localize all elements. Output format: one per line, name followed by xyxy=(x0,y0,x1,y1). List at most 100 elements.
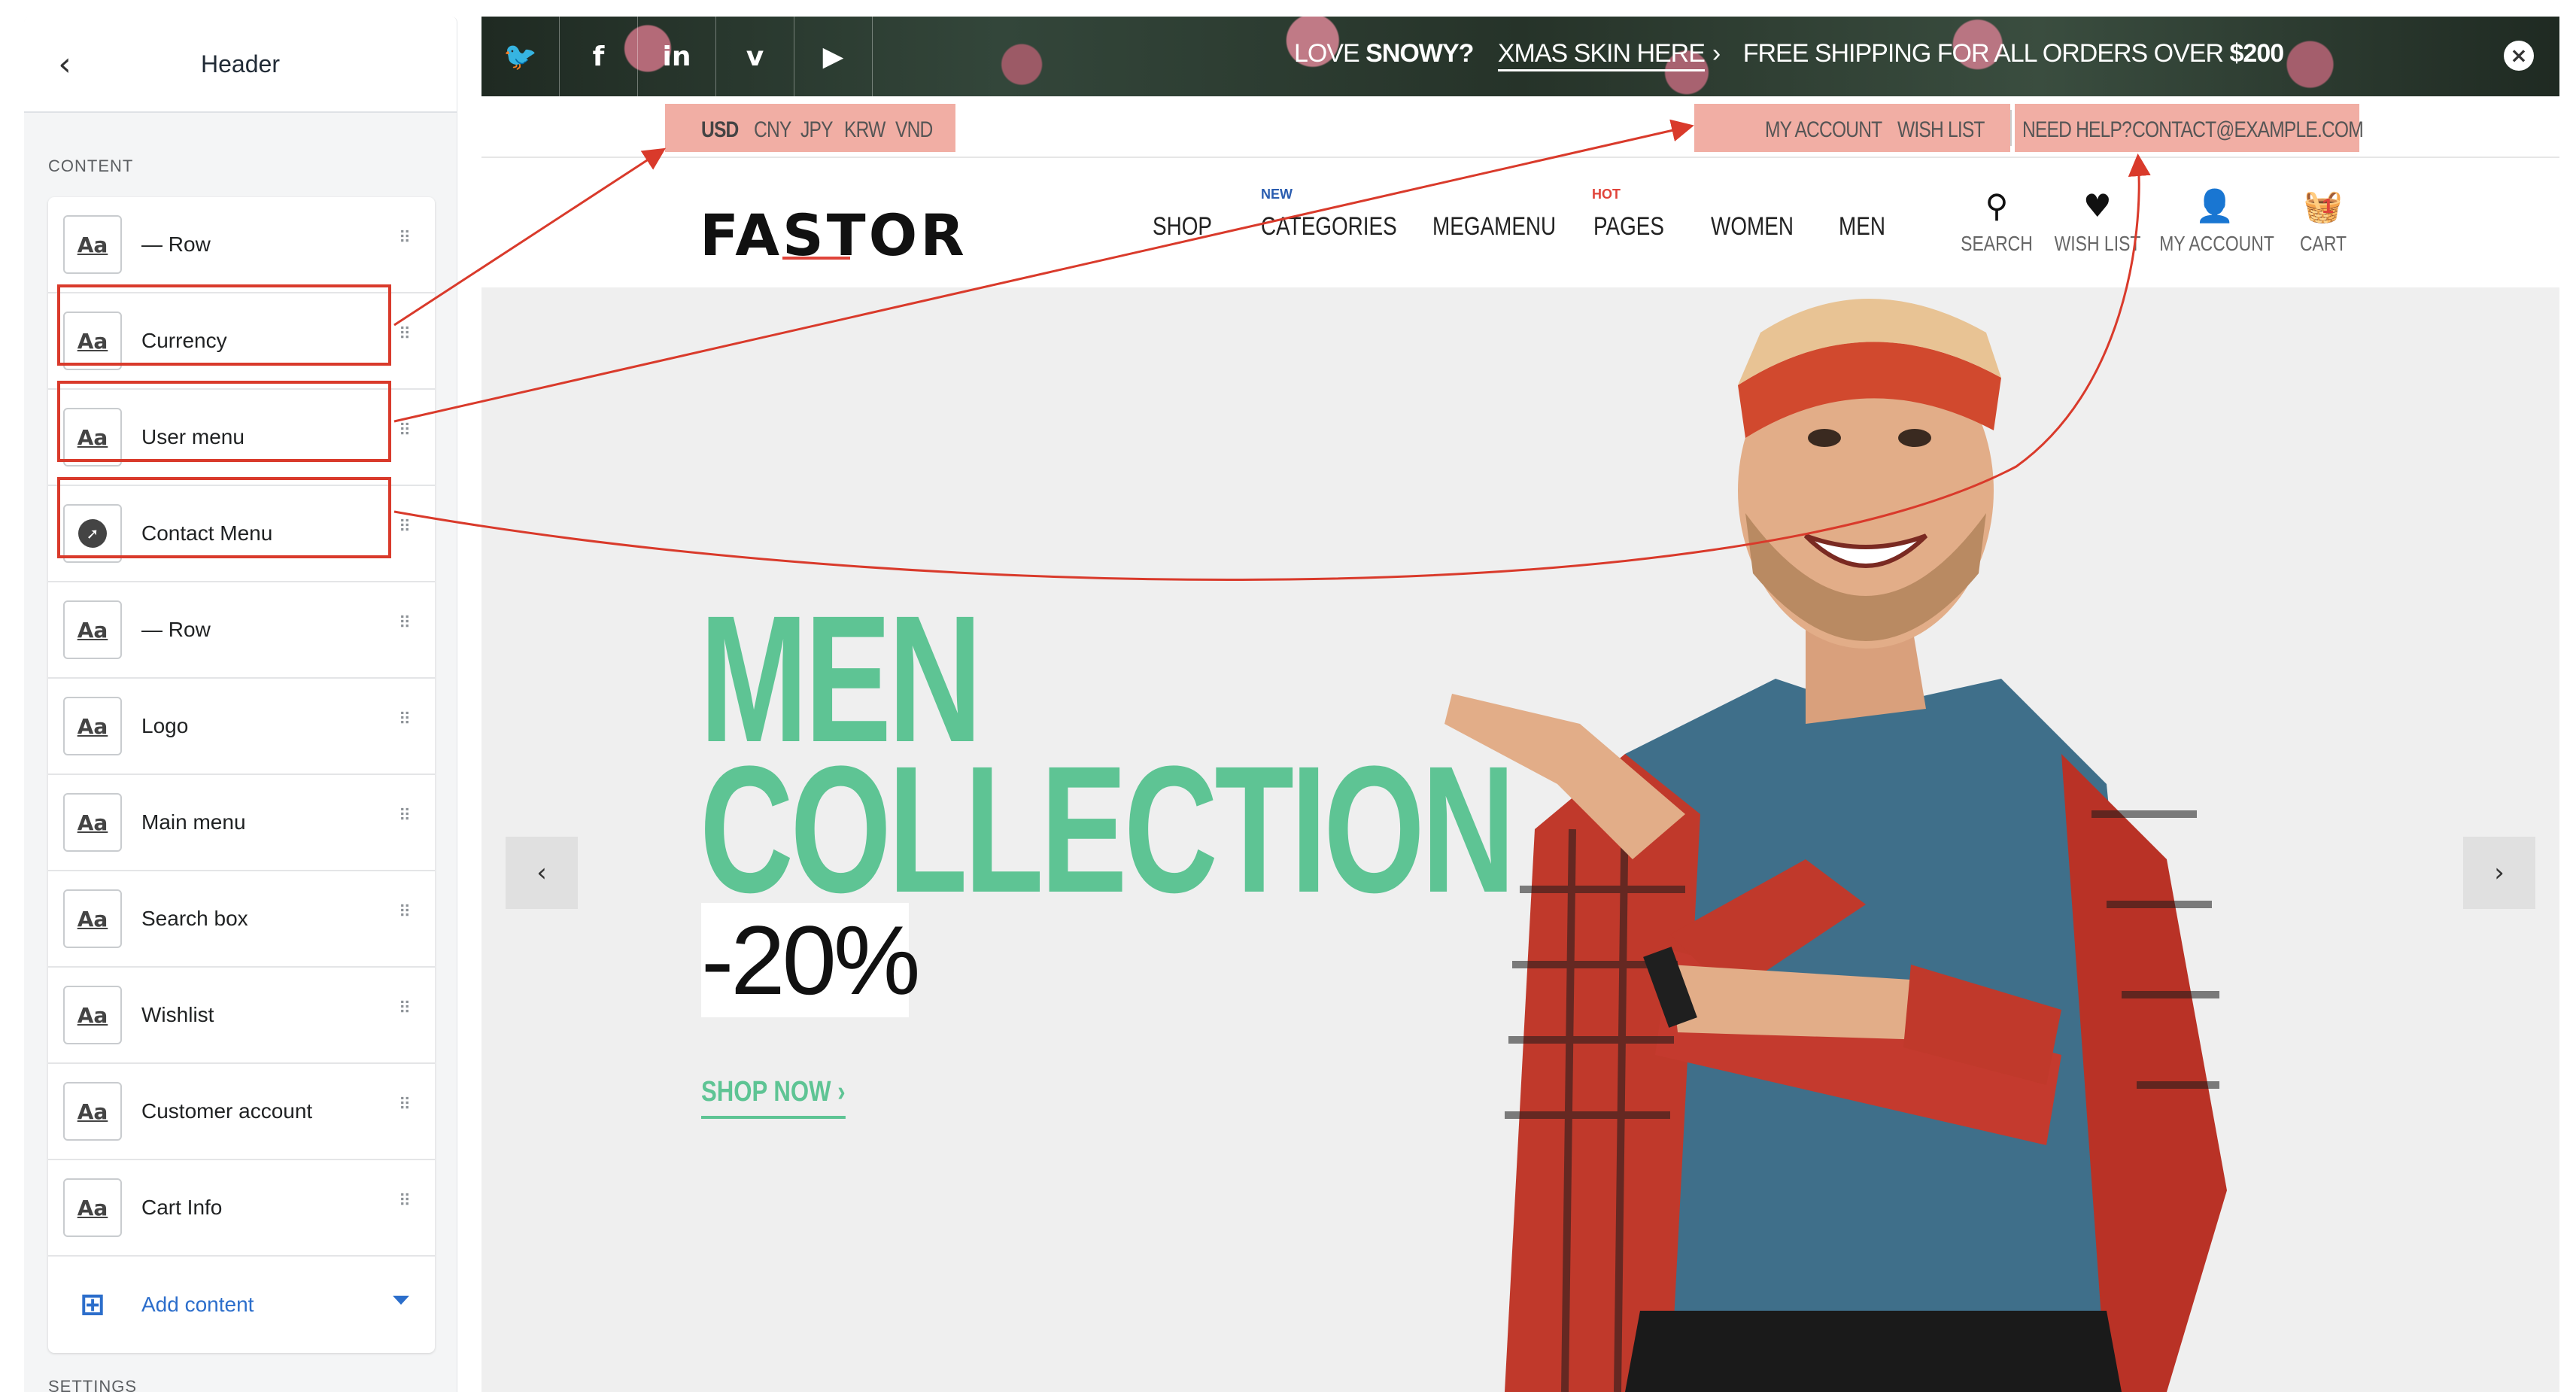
top-utility-bar: USD CNY JPY KRW VND MY ACCOUNT WISH LIST… xyxy=(481,96,2559,158)
block-search-box[interactable]: Aa Search box ⠿ xyxy=(48,871,435,968)
tool-account-label: MY ACCOUNT xyxy=(2159,232,2274,255)
block-wishlist[interactable]: Aa Wishlist ⠿ xyxy=(48,968,435,1064)
tool-account[interactable]: 👤 MY ACCOUNT xyxy=(2147,187,2283,256)
block-list: Aa — Row ⠿ Aa Currency ⠿ Aa User menu ⠿ … xyxy=(48,197,435,1353)
menu-shop[interactable]: SHOP xyxy=(1153,212,1212,242)
vimeo-icon[interactable]: v xyxy=(716,17,794,96)
promo-skin-link[interactable]: XMAS SKIN HERE xyxy=(1497,39,1706,71)
contact-email-link[interactable]: CONTACT@EXAMPLE.COM xyxy=(2132,117,2364,143)
divider xyxy=(2010,110,2012,146)
facebook-icon[interactable]: f xyxy=(560,17,638,96)
menu-categories[interactable]: CATEGORIES xyxy=(1261,212,1397,242)
currency-jpy[interactable]: JPY xyxy=(800,117,833,143)
block-row-2[interactable]: Aa — Row ⠿ xyxy=(48,582,435,679)
text-block-icon: Aa xyxy=(63,215,122,274)
highlight-user-menu xyxy=(57,381,391,462)
block-label: Search box xyxy=(141,907,248,930)
badge-new: NEW xyxy=(1261,187,1293,202)
text-block-icon: Aa xyxy=(63,889,122,948)
hero-heading-line2: COLLECTION xyxy=(700,728,1515,930)
promo-text: LOVE SNOWY? XMAS SKIN HERE › FREE SHIPPIN… xyxy=(1294,39,2285,71)
drag-handle-icon[interactable]: ⠿ xyxy=(399,808,411,825)
highlight-currency xyxy=(57,284,391,366)
currency-vnd[interactable]: VND xyxy=(895,117,933,143)
need-help-text: NEED HELP? xyxy=(2022,117,2132,142)
youtube-icon[interactable]: ▶ xyxy=(794,17,873,96)
drag-handle-icon[interactable]: ⠿ xyxy=(399,1097,411,1114)
settings-section-label: SETTINGS xyxy=(48,1377,138,1392)
tool-search-label: SEARCH xyxy=(1961,232,2033,255)
add-block-icon: ⊞ xyxy=(80,1287,105,1322)
chevron-right-icon: › xyxy=(837,1076,846,1108)
menu-men[interactable]: MEN xyxy=(1839,212,1885,242)
block-cart-info[interactable]: Aa Cart Info ⠿ xyxy=(48,1160,435,1257)
caret-down-icon[interactable] xyxy=(393,1296,409,1305)
drag-handle-icon[interactable]: ⠿ xyxy=(399,712,411,728)
main-header: FASTOR SHOP NEW CATEGORIES MEGAMENU HOT … xyxy=(481,158,2559,287)
cart-count-badge: 1 xyxy=(2322,194,2334,217)
menu-women[interactable]: WOMEN xyxy=(1711,212,1794,242)
twitter-icon[interactable]: 🐦 xyxy=(481,17,560,96)
drag-handle-icon[interactable]: ⠿ xyxy=(399,327,411,343)
logo-accent-line xyxy=(782,257,850,260)
slider-next-button[interactable]: › xyxy=(2463,837,2535,909)
linkedin-icon[interactable]: in xyxy=(638,17,716,96)
currency-usd[interactable]: USD xyxy=(701,117,739,143)
sidebar-header: ‹ Header xyxy=(24,17,457,113)
block-customer-account[interactable]: Aa Customer account ⠿ xyxy=(48,1064,435,1160)
menu-pages[interactable]: PAGES xyxy=(1593,212,1664,242)
content-section-label: CONTENT xyxy=(48,157,134,175)
shop-now-label: SHOP NOW xyxy=(701,1076,831,1108)
top-my-account-link[interactable]: MY ACCOUNT xyxy=(1765,117,1882,143)
promo-snowy: SNOWY? xyxy=(1365,39,1474,68)
drag-handle-icon[interactable]: ⠿ xyxy=(399,1001,411,1017)
currency-krw[interactable]: KRW xyxy=(844,117,886,143)
block-logo[interactable]: Aa Logo ⠿ xyxy=(48,679,435,775)
text-block-icon: Aa xyxy=(63,600,122,659)
block-label: Wishlist xyxy=(141,1003,214,1026)
drag-handle-icon[interactable]: ⠿ xyxy=(399,615,411,632)
block-label: Logo xyxy=(141,714,189,737)
highlight-contact-menu xyxy=(57,477,391,558)
shop-now-link[interactable]: SHOP NOW › xyxy=(701,1076,846,1119)
chevron-right-icon: › xyxy=(1712,39,1721,68)
add-content-label: Add content xyxy=(141,1293,254,1316)
user-icon: 👤 xyxy=(2195,187,2235,224)
drag-handle-icon[interactable]: ⠿ xyxy=(399,519,411,536)
hero-banner: MEN COLLECTION -20% SHOP NOW › ‹ › xyxy=(481,287,2559,1392)
close-icon[interactable]: × xyxy=(2504,41,2534,71)
tool-wishlist[interactable]: ♥ WISH LIST xyxy=(2045,187,2150,256)
theme-editor-sidebar: ‹ Header CONTENT Aa — Row ⠿ Aa Currency … xyxy=(24,17,457,1392)
block-label: Cart Info xyxy=(141,1196,223,1219)
add-content-button[interactable]: ⊞ Add content xyxy=(48,1257,435,1353)
text-block-icon: Aa xyxy=(63,1178,122,1237)
block-main-menu[interactable]: Aa Main menu ⠿ xyxy=(48,775,435,871)
promo-shipping: FREE SHIPPING FOR ALL ORDERS OVER xyxy=(1742,39,2224,68)
block-row-1[interactable]: Aa — Row ⠿ xyxy=(48,197,435,293)
text-block-icon: Aa xyxy=(63,697,122,755)
drag-handle-icon[interactable]: ⠿ xyxy=(399,904,411,921)
menu-megamenu[interactable]: MEGAMENU xyxy=(1432,212,1556,242)
tool-search[interactable]: ⚲ SEARCH xyxy=(1952,187,2042,256)
block-label: Main menu xyxy=(141,810,246,834)
promo-bar: 🐦 f in v ▶ LOVE SNOWY? XMAS SKIN HERE › F… xyxy=(481,17,2559,96)
drag-handle-icon[interactable]: ⠿ xyxy=(399,423,411,439)
heart-icon: ♥ xyxy=(2083,187,2112,224)
drag-handle-icon[interactable]: ⠿ xyxy=(399,230,411,247)
text-block-icon: Aa xyxy=(63,793,122,852)
top-wish-list-link[interactable]: WISH LIST xyxy=(1897,117,1985,143)
tool-cart-label: CART xyxy=(2299,232,2347,255)
promo-amount: $200 xyxy=(2229,39,2285,68)
hero-discount: -20% xyxy=(701,903,920,1017)
promo-love: LOVE xyxy=(1294,39,1360,68)
back-chevron-icon[interactable]: ‹ xyxy=(47,47,83,83)
text-block-icon: Aa xyxy=(63,986,122,1044)
drag-handle-icon[interactable]: ⠿ xyxy=(399,1193,411,1210)
block-label: — Row xyxy=(141,233,211,256)
block-label: — Row xyxy=(141,618,211,641)
search-icon: ⚲ xyxy=(1985,187,2009,224)
slider-prev-button[interactable]: ‹ xyxy=(506,837,578,909)
currency-cny[interactable]: CNY xyxy=(754,117,791,143)
block-label: Customer account xyxy=(141,1099,313,1123)
text-block-icon: Aa xyxy=(63,1082,122,1141)
